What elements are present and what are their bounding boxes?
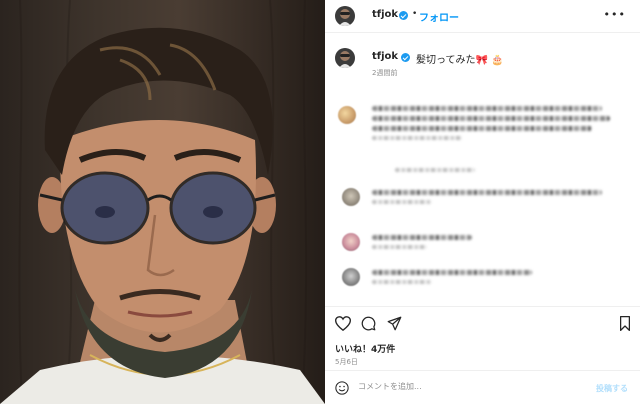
post-side-panel: tfjok • フォロー ••• tfjok 髪切ってみた🎀 🎂 2週間前 いい… xyxy=(325,0,640,404)
comment-icon[interactable] xyxy=(361,316,376,331)
caption-avatar[interactable] xyxy=(335,48,355,68)
comment-input[interactable] xyxy=(358,382,588,391)
likes-count[interactable]: いいね！4万件 xyxy=(335,342,395,355)
comment-item xyxy=(372,270,542,289)
verified-badge-icon xyxy=(399,11,408,20)
follow-button[interactable]: フォロー xyxy=(419,9,459,24)
verified-badge-icon xyxy=(401,53,410,62)
comment-item xyxy=(372,235,492,254)
comment-avatar[interactable] xyxy=(342,188,360,206)
portrait-image xyxy=(0,0,325,404)
bookmark-icon[interactable] xyxy=(619,316,631,331)
comment-avatar[interactable] xyxy=(342,268,360,286)
comment-divider xyxy=(325,370,640,371)
post-photo[interactable] xyxy=(0,0,325,404)
share-icon[interactable] xyxy=(387,316,402,331)
comment-avatar[interactable] xyxy=(338,106,356,124)
header-separator: • xyxy=(412,9,418,19)
comment-avatar[interactable] xyxy=(342,233,360,251)
header-username[interactable]: tfjok xyxy=(372,9,398,20)
heart-icon[interactable] xyxy=(335,316,351,331)
post-comment-button[interactable]: 投稿する xyxy=(596,383,628,394)
header-avatar[interactable] xyxy=(335,6,355,26)
view-replies[interactable] xyxy=(395,168,485,177)
caption-text: 髪切ってみた🎀 🎂 xyxy=(416,55,504,66)
emoji-icon[interactable] xyxy=(335,381,349,395)
comment-item xyxy=(372,190,612,209)
more-options-icon[interactable]: ••• xyxy=(604,8,626,21)
caption-username[interactable]: tfjok xyxy=(372,51,398,62)
actions-divider xyxy=(325,306,640,307)
post-date: 5月6日 xyxy=(335,358,358,366)
header-divider xyxy=(325,32,640,33)
comment-item xyxy=(372,106,612,145)
caption-timestamp: 2週間前 xyxy=(372,69,398,77)
